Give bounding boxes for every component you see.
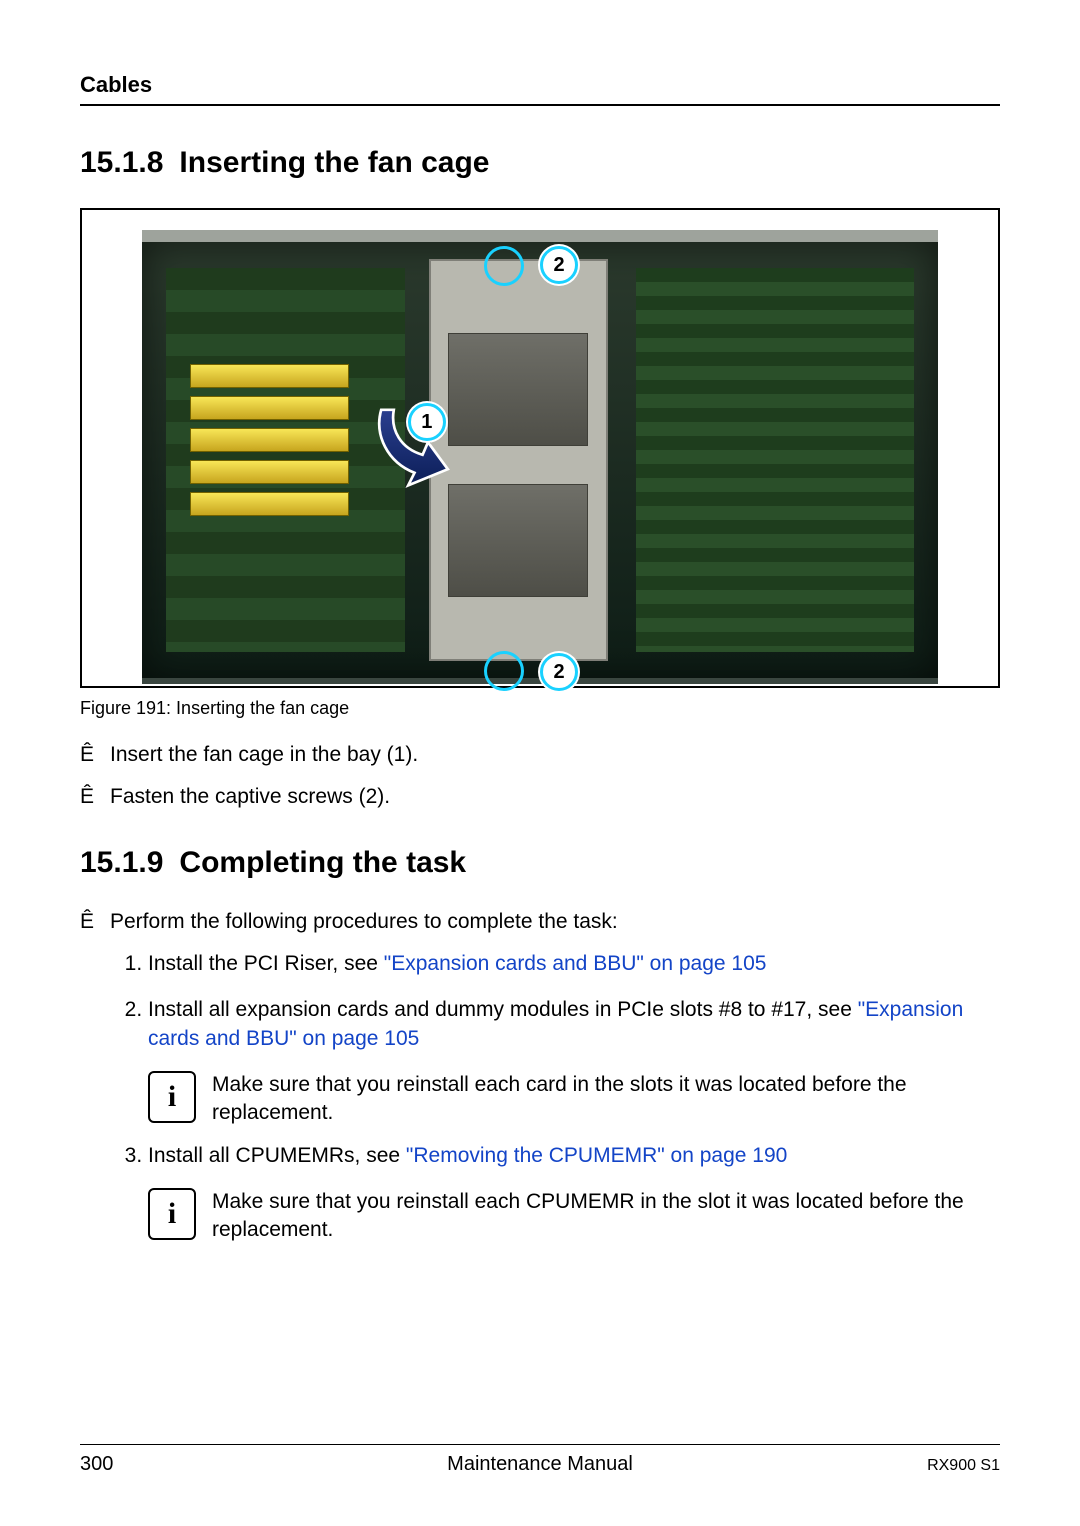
warning-label (190, 396, 349, 420)
item-text: Install all CPUMEMRs, see (148, 1144, 406, 1167)
section-heading: 15.1.8 Inserting the fan cage (80, 146, 1000, 180)
info-text: Make sure that you reinstall each CPUMEM… (212, 1188, 1000, 1245)
item-text: Install all expansion cards and dummy mo… (148, 998, 858, 1021)
item-text: Install the PCI Riser, see (148, 952, 384, 975)
procedure-step: Ê Perform the following procedures to co… (80, 908, 1000, 936)
figure-caption: Figure 191: Inserting the fan cage (80, 698, 1000, 719)
dimm-area (636, 268, 915, 652)
info-icon: i (148, 1071, 196, 1123)
warning-label (190, 428, 349, 452)
warning-label (190, 492, 349, 516)
callout-marker-1: 1 (408, 403, 446, 441)
warning-label (190, 460, 349, 484)
section-title: Completing the task (179, 846, 466, 879)
fan-cage-bay (429, 259, 608, 660)
step-text: Perform the following procedures to comp… (110, 908, 618, 936)
section-number: 15.1.9 (80, 846, 163, 879)
page: Cables 15.1.8 Inserting the fan cage 2 (0, 0, 1080, 1526)
info-note: i Make sure that you reinstall each card… (148, 1071, 1000, 1128)
info-text: Make sure that you reinstall each card i… (212, 1071, 1000, 1128)
fan-slot (448, 484, 588, 597)
cross-reference-link[interactable]: "Expansion cards and BBU" on page 105 (384, 952, 767, 975)
numbered-list: Install the PCI Riser, see "Expansion ca… (80, 950, 1000, 1053)
fan-slot (448, 333, 588, 446)
info-icon: i (148, 1188, 196, 1240)
callout-ring (484, 651, 524, 691)
procedure-step: Ê Insert the fan cage in the bay (1). (80, 741, 1000, 769)
running-header: Cables (80, 72, 1000, 106)
list-item: Install all CPUMEMRs, see "Removing the … (148, 1142, 1000, 1170)
page-number: 300 (80, 1453, 280, 1476)
section-title: Inserting the fan cage (179, 146, 489, 179)
callout-marker-2-bottom: 2 (540, 653, 578, 691)
page-footer: 300 Maintenance Manual RX900 S1 (80, 1444, 1000, 1476)
server-board-photo: 2 2 1 (142, 230, 938, 684)
warning-label (190, 364, 349, 388)
numbered-list: Install all CPUMEMRs, see "Removing the … (80, 1142, 1000, 1170)
figure-frame: 2 2 1 (80, 208, 1000, 688)
list-item: Install the PCI Riser, see "Expansion ca… (148, 950, 1000, 978)
footer-title: Maintenance Manual (280, 1453, 800, 1476)
list-item: Install all expansion cards and dummy mo… (148, 996, 1000, 1053)
footer-model: RX900 S1 (800, 1457, 1000, 1475)
step-bullet-icon: Ê (80, 783, 110, 811)
step-bullet-icon: Ê (80, 908, 110, 936)
step-text: Fasten the captive screws (2). (110, 783, 390, 811)
section-number: 15.1.8 (80, 146, 163, 179)
step-bullet-icon: Ê (80, 741, 110, 769)
warning-labels (190, 364, 349, 524)
info-note: i Make sure that you reinstall each CPUM… (148, 1188, 1000, 1245)
section-heading: 15.1.9 Completing the task (80, 846, 1000, 880)
cross-reference-link[interactable]: "Removing the CPUMEMR" on page 190 (406, 1144, 787, 1167)
step-text: Insert the fan cage in the bay (1). (110, 741, 418, 769)
procedure-step: Ê Fasten the captive screws (2). (80, 783, 1000, 811)
